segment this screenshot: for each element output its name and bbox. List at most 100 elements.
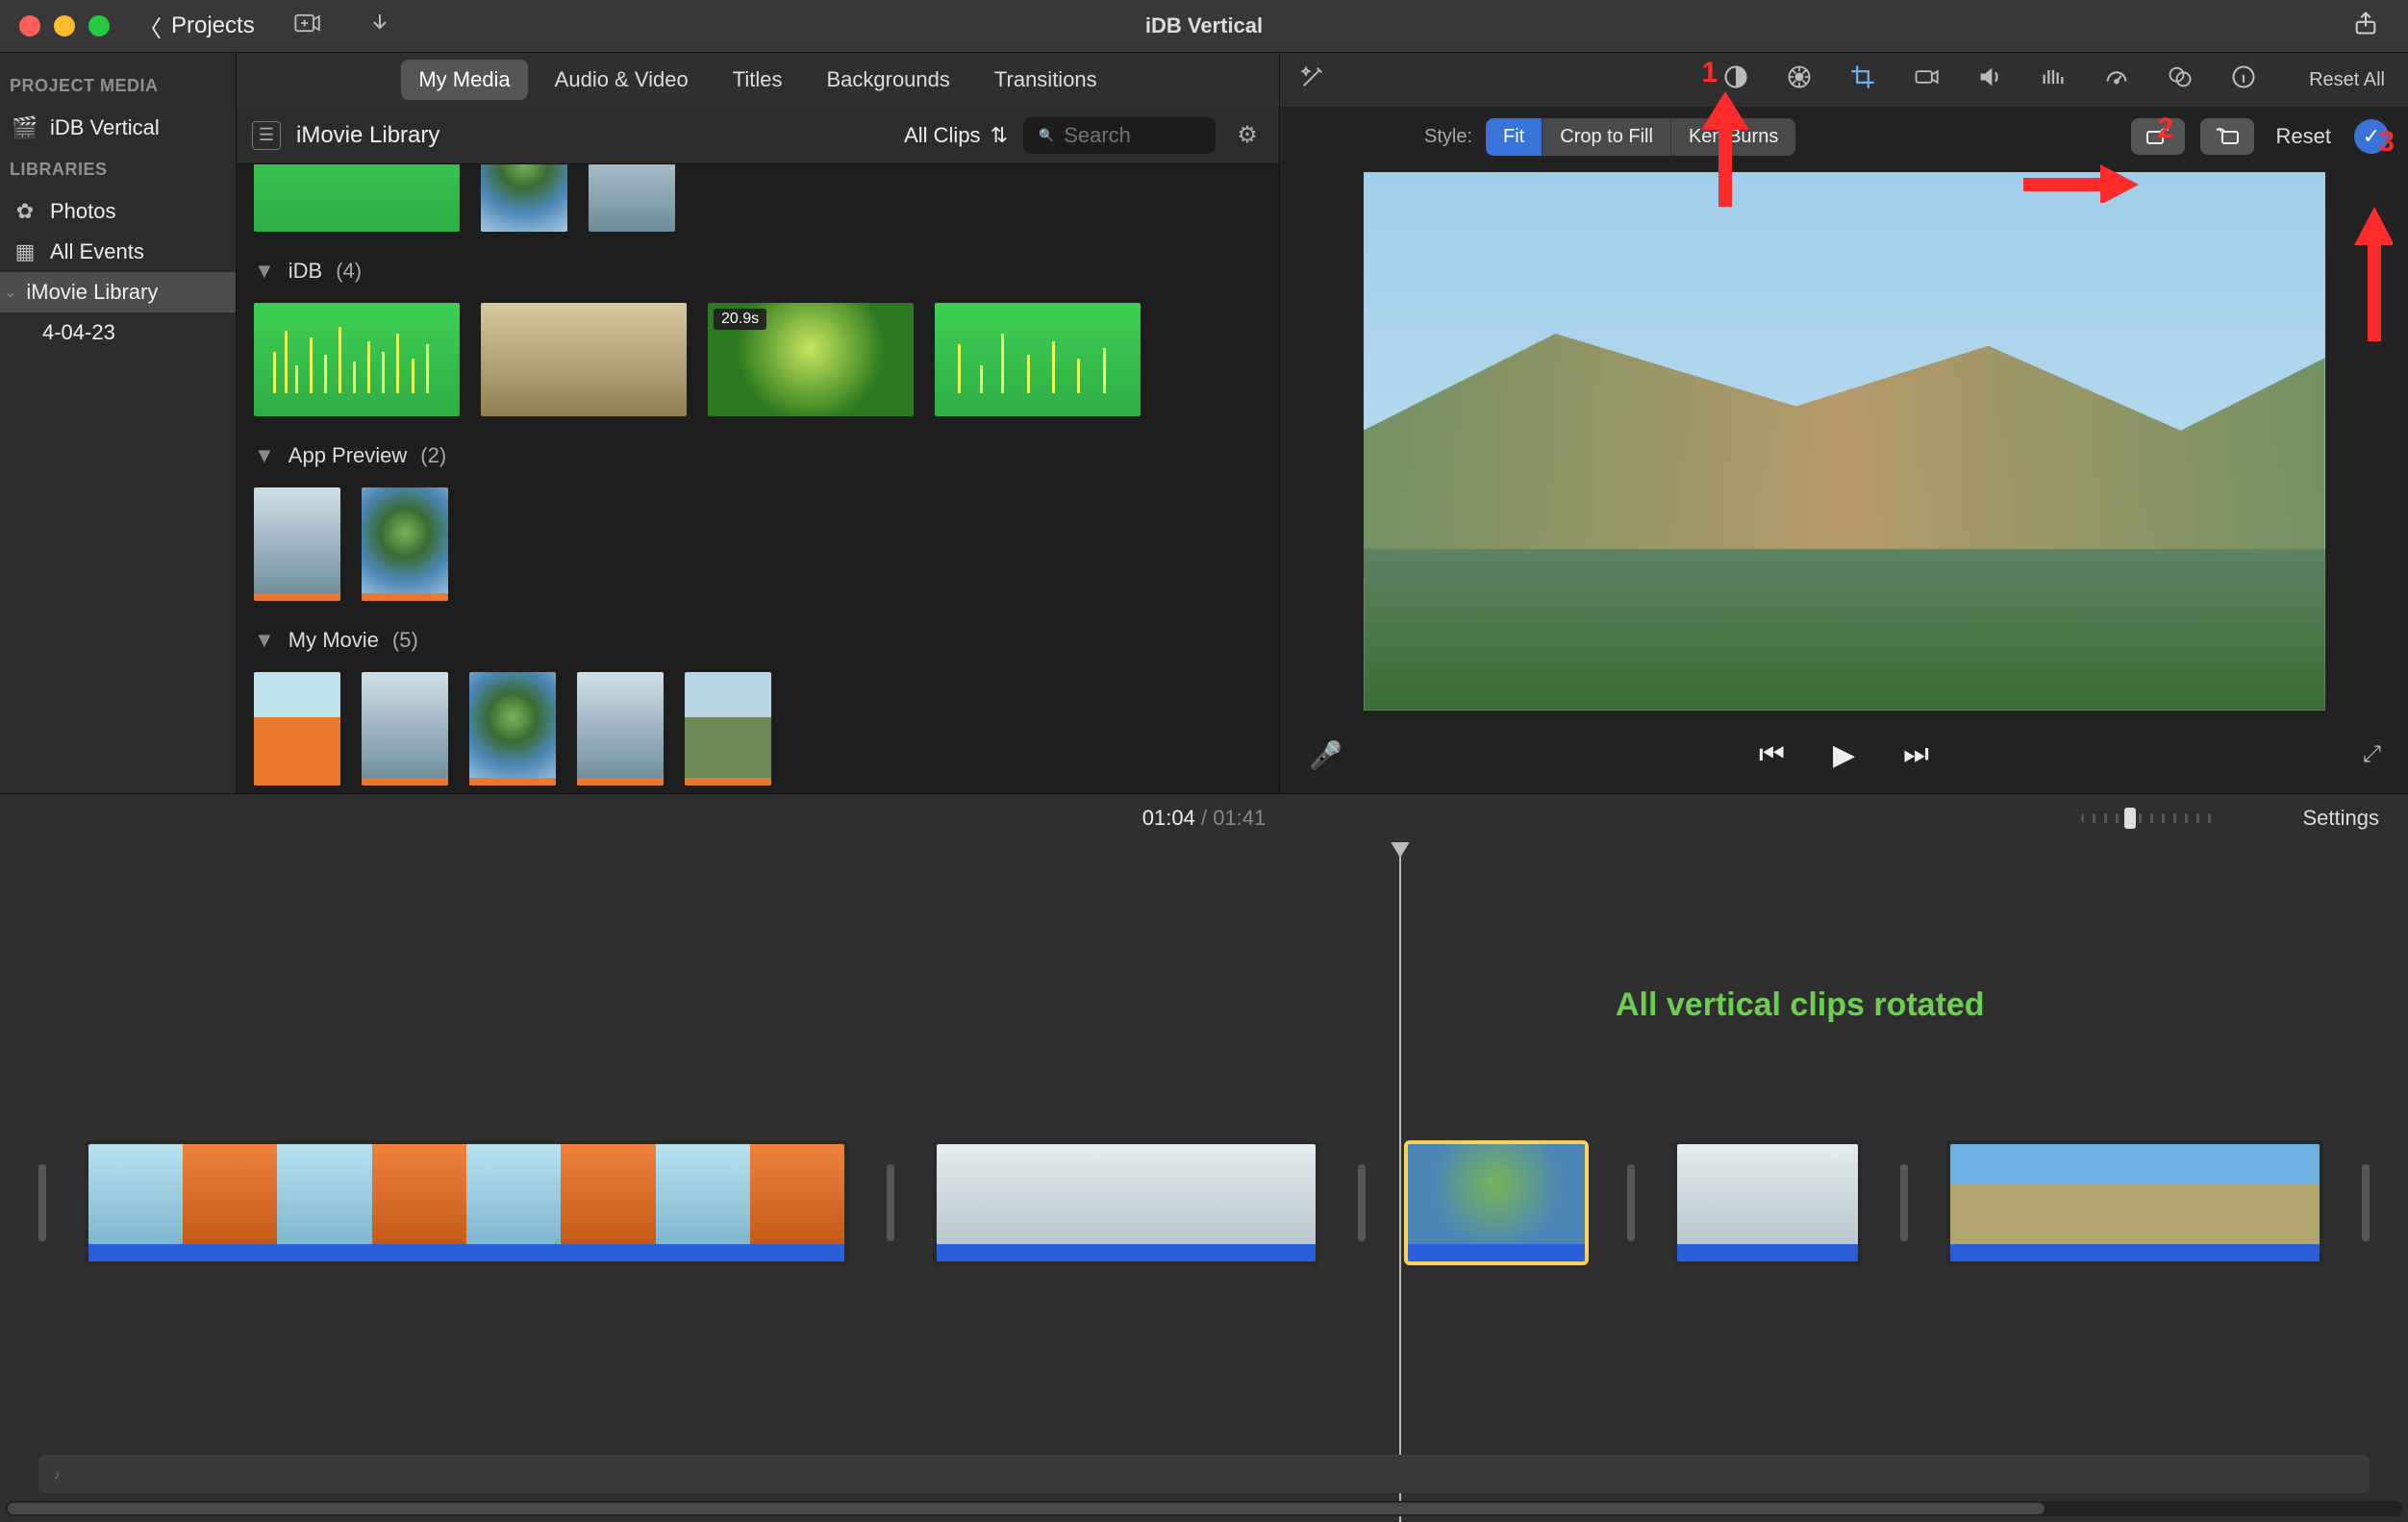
voiceover-mic-icon[interactable]: 🎤 bbox=[1309, 739, 1342, 771]
zoom-knob[interactable] bbox=[2124, 808, 2136, 829]
transport-controls: 🎤 ⏮ ▶ ⏭ ⤢ bbox=[1280, 716, 2408, 793]
clip-edge-handle[interactable] bbox=[2362, 1164, 2370, 1241]
info-icon[interactable] bbox=[2226, 63, 2261, 97]
timeline-header: 01:04 / 01:41 Settings bbox=[0, 794, 2408, 842]
time-total: 01:41 bbox=[1213, 806, 1266, 830]
clip-edge-handle[interactable] bbox=[1358, 1164, 1366, 1241]
preview-area bbox=[1280, 166, 2408, 716]
stabilization-icon[interactable] bbox=[1909, 63, 1944, 97]
library-name: iMovie Library bbox=[296, 122, 439, 149]
search-field[interactable]: 🔍 bbox=[1023, 117, 1216, 154]
fullscreen-icon[interactable]: ⤢ bbox=[2363, 741, 2381, 768]
video-clip[interactable] bbox=[589, 164, 675, 232]
clip-edge-handle[interactable] bbox=[38, 1164, 46, 1241]
video-clip[interactable] bbox=[577, 672, 664, 786]
clapper-icon: 🎬 bbox=[13, 115, 37, 140]
maximize-window-button[interactable] bbox=[88, 15, 110, 37]
sidebar-item-imovie-library[interactable]: ⌄ iMovie Library bbox=[0, 272, 236, 312]
magic-wand-icon[interactable] bbox=[1299, 63, 1326, 97]
color-correction-icon[interactable] bbox=[1782, 63, 1817, 97]
crop-icon[interactable] bbox=[1845, 63, 1880, 97]
tab-backgrounds[interactable]: Backgrounds bbox=[809, 60, 966, 100]
style-fit[interactable]: Fit bbox=[1486, 118, 1543, 156]
clips-scroll-area[interactable]: ▼ iDB (4) bbox=[237, 164, 1279, 793]
event-header-idb[interactable]: ▼ iDB (4) bbox=[254, 259, 1262, 284]
prev-frame-button[interactable]: ⏮ bbox=[1759, 738, 1785, 771]
next-frame-button[interactable]: ⏭ bbox=[1903, 738, 1929, 771]
noise-reduction-icon[interactable] bbox=[2036, 63, 2070, 97]
timeline-clip[interactable] bbox=[1673, 1140, 1862, 1265]
crop-reset-button[interactable]: Reset bbox=[2276, 124, 2331, 149]
video-track bbox=[38, 1131, 2370, 1275]
scrollbar-thumb[interactable] bbox=[8, 1503, 2044, 1514]
browser-header: ☰ iMovie Library All Clips ⇅ 🔍 ⚙ bbox=[237, 107, 1279, 164]
audio-clip[interactable] bbox=[935, 303, 1141, 416]
playhead-handle-icon[interactable] bbox=[1390, 842, 1411, 858]
media-tabs: My Media Audio & Video Titles Background… bbox=[237, 53, 1279, 107]
tab-my-media[interactable]: My Media bbox=[401, 60, 527, 100]
window-controls bbox=[19, 15, 110, 37]
disclosure-triangle-icon: ▼ bbox=[254, 259, 275, 284]
audio-clip[interactable] bbox=[254, 303, 460, 416]
rotate-cw-button[interactable] bbox=[2200, 118, 2254, 155]
tab-audio-video[interactable]: Audio & Video bbox=[538, 60, 706, 100]
search-input[interactable] bbox=[1064, 123, 1200, 148]
style-label: Style: bbox=[1424, 126, 1472, 148]
video-clip[interactable] bbox=[254, 672, 340, 786]
list-view-toggle[interactable]: ☰ bbox=[252, 121, 281, 150]
event-header-my-movie[interactable]: ▼ My Movie (5) bbox=[254, 628, 1262, 653]
media-import-icon[interactable] bbox=[293, 10, 320, 43]
volume-icon[interactable] bbox=[1972, 63, 2007, 97]
timeline-clip[interactable] bbox=[85, 1140, 849, 1265]
timeline-clip-selected[interactable] bbox=[1404, 1140, 1588, 1265]
sidebar-item-photos[interactable]: ✿ Photos bbox=[0, 191, 236, 232]
browser-settings-button[interactable]: ⚙ bbox=[1231, 119, 1264, 152]
video-clip[interactable] bbox=[362, 672, 448, 786]
timeline-settings-button[interactable]: Settings bbox=[2303, 806, 2380, 831]
timeline-scrollbar[interactable] bbox=[6, 1501, 2402, 1516]
clip-edge-handle[interactable] bbox=[1900, 1164, 1908, 1241]
tab-titles[interactable]: Titles bbox=[715, 60, 800, 100]
clips-filter-dropdown[interactable]: All Clips ⇅ bbox=[904, 123, 1008, 148]
annotation-number-1: 1 bbox=[1701, 57, 1718, 89]
reset-all-button[interactable]: Reset All bbox=[2309, 69, 2385, 91]
video-clip[interactable] bbox=[481, 164, 567, 232]
flower-icon: ✿ bbox=[13, 199, 37, 224]
timeline-clip[interactable] bbox=[1946, 1140, 2323, 1265]
annotation-arrow-2 bbox=[2023, 164, 2139, 206]
video-clip[interactable] bbox=[362, 487, 448, 601]
video-clip[interactable] bbox=[254, 487, 340, 601]
style-crop-to-fill[interactable]: Crop to Fill bbox=[1543, 118, 1671, 156]
event-header-app-preview[interactable]: ▼ App Preview (2) bbox=[254, 443, 1262, 468]
speed-icon[interactable] bbox=[2099, 63, 2134, 97]
search-icon: 🔍 bbox=[1039, 128, 1054, 143]
time-current: 01:04 bbox=[1142, 806, 1195, 830]
play-button[interactable]: ▶ bbox=[1833, 738, 1855, 772]
close-window-button[interactable] bbox=[19, 15, 40, 37]
video-clip[interactable] bbox=[481, 303, 687, 416]
video-clip[interactable] bbox=[685, 672, 771, 786]
zoom-slider[interactable] bbox=[2081, 813, 2216, 823]
clip-edge-handle[interactable] bbox=[1627, 1164, 1635, 1241]
clip-edge-handle[interactable] bbox=[887, 1164, 894, 1241]
minimize-window-button[interactable] bbox=[54, 15, 75, 37]
video-clip[interactable] bbox=[469, 672, 556, 786]
sidebar-item-all-events[interactable]: ▦ All Events bbox=[0, 232, 236, 272]
share-button[interactable] bbox=[2352, 10, 2379, 43]
viewer-pane: Reset All Style: Fit Crop to Fill Ken Bu… bbox=[1280, 53, 2408, 793]
clip-filter-icon[interactable] bbox=[2163, 63, 2197, 97]
timeline-clip[interactable] bbox=[933, 1140, 1319, 1265]
tab-transitions[interactable]: Transitions bbox=[977, 60, 1115, 100]
sidebar-item-event-date[interactable]: 4-04-23 bbox=[0, 312, 236, 353]
audio-clip[interactable] bbox=[254, 164, 460, 232]
timeline-body[interactable]: All vertical clips rotated bbox=[0, 842, 2408, 1522]
audio-track-empty[interactable]: ♪ bbox=[38, 1455, 2370, 1493]
back-to-projects-button[interactable]: 〈 Projects bbox=[138, 10, 255, 43]
timeline-annotation: All vertical clips rotated bbox=[1616, 986, 1985, 1024]
video-preview[interactable] bbox=[1364, 172, 2325, 711]
video-clip[interactable]: 20.9s bbox=[708, 303, 914, 416]
chevron-down-icon: ⌄ bbox=[4, 283, 16, 302]
download-icon[interactable] bbox=[368, 12, 391, 41]
section-libraries: LIBRARIES bbox=[0, 148, 236, 191]
project-media-item[interactable]: 🎬 iDB Vertical bbox=[0, 108, 236, 148]
